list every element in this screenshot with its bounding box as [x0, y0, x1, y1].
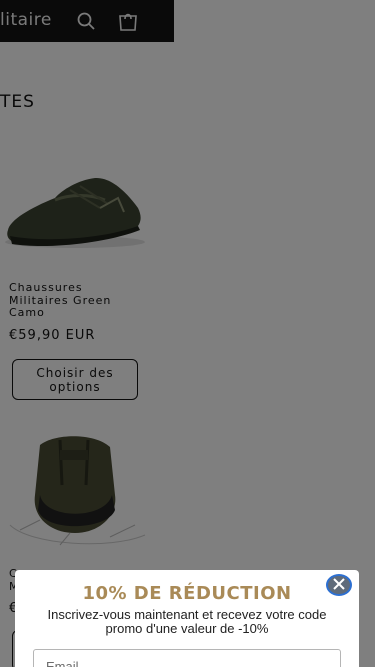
modal-overlay[interactable]	[0, 0, 375, 667]
close-icon[interactable]	[332, 576, 346, 595]
close-button[interactable]	[326, 574, 352, 596]
discount-popup: 10% DE RÉDUCTION Inscrivez-vous maintena…	[15, 570, 359, 667]
popup-title: 10% DE RÉDUCTION	[82, 583, 292, 604]
popup-text: Inscrivez-vous maintenant et recevez vot…	[47, 607, 327, 636]
email-field[interactable]	[33, 649, 341, 667]
